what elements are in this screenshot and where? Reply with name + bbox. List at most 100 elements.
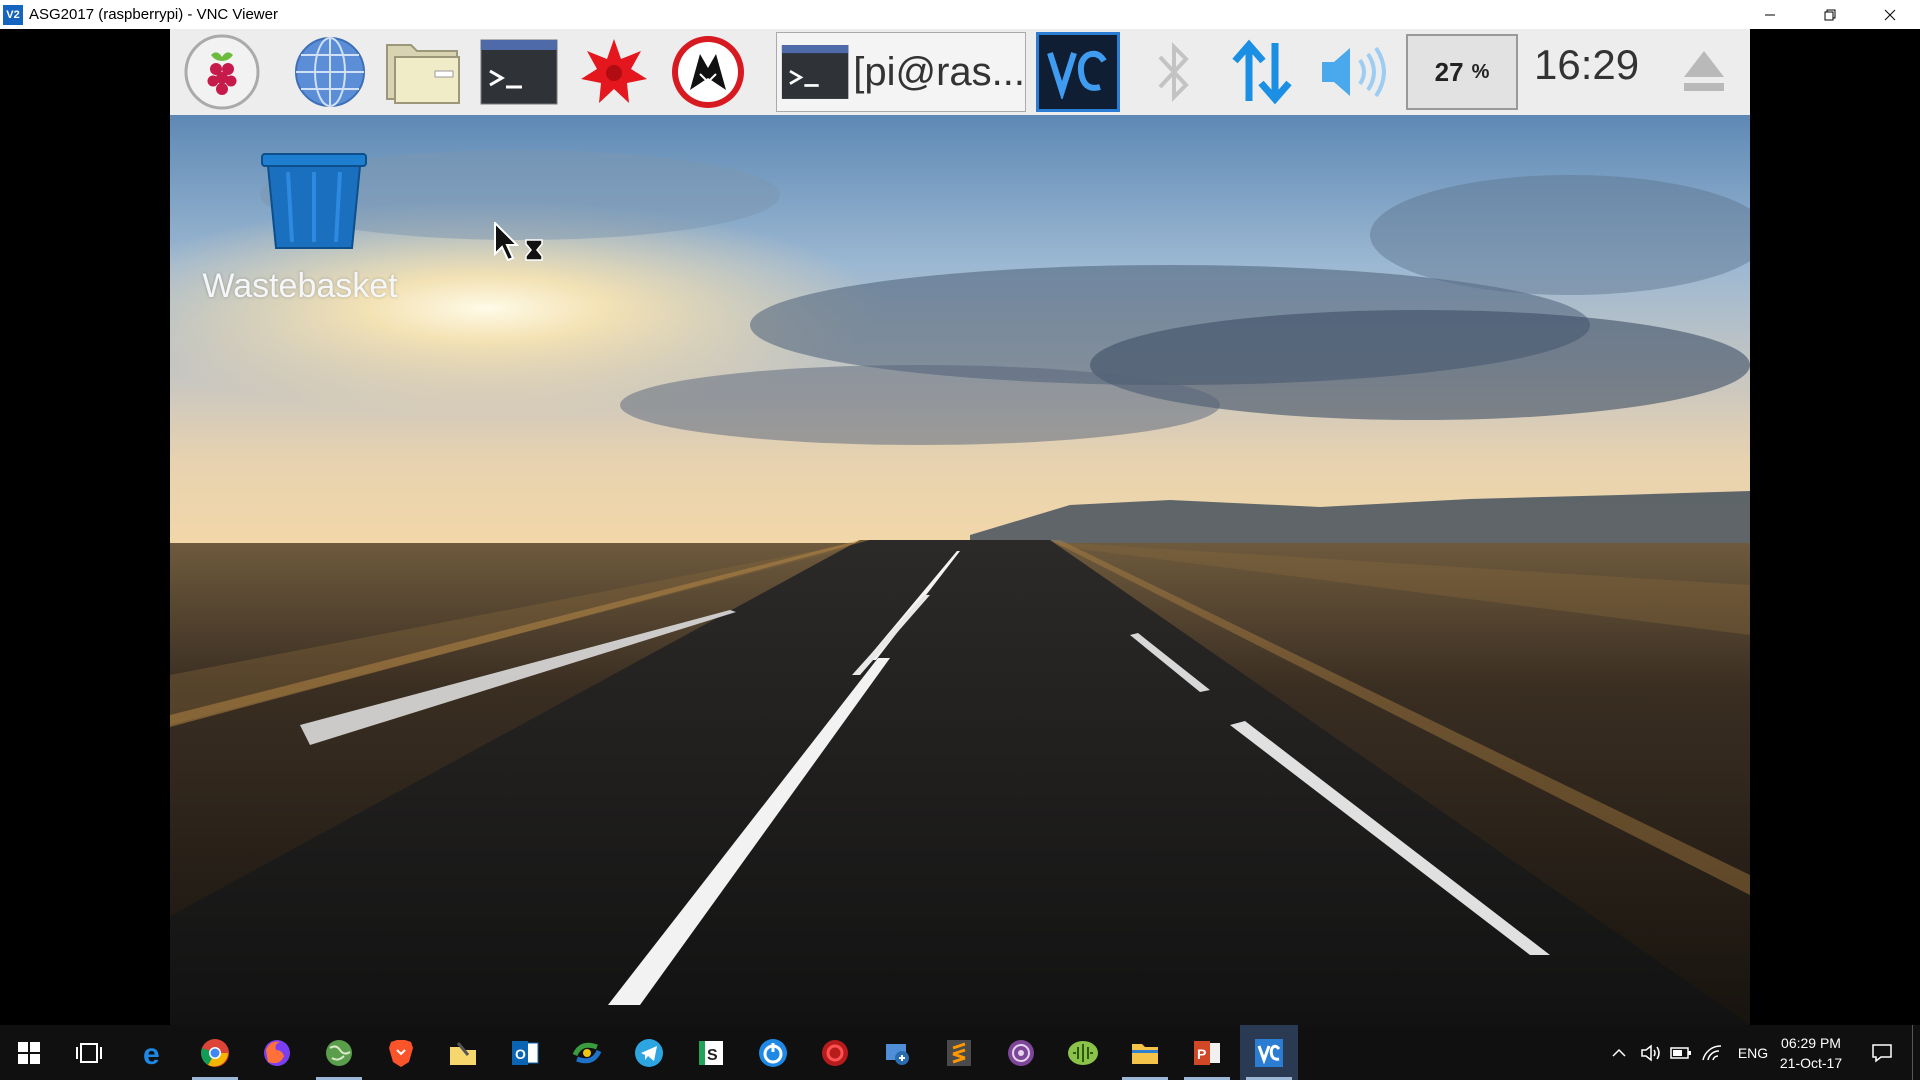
- terminal-icon: [480, 39, 558, 105]
- vnc-title-bar[interactable]: V2 ASG2017 (raspberrypi) - VNC Viewer: [0, 0, 1920, 29]
- taskbar-vnc-viewer[interactable]: [1240, 1025, 1298, 1080]
- sync-icon: [572, 1042, 602, 1063]
- file-manager-launcher[interactable]: [383, 33, 463, 111]
- eject-icon: [1684, 51, 1724, 91]
- wolfram-launcher[interactable]: [668, 33, 748, 111]
- outlook-icon: O: [512, 1040, 539, 1065]
- restore-button[interactable]: [1800, 0, 1860, 29]
- system-time: 06:29 PM: [1781, 1034, 1841, 1051]
- battery-button[interactable]: [1666, 1025, 1696, 1080]
- language-indicator[interactable]: ENG: [1733, 1025, 1773, 1080]
- taskbar-tor[interactable]: [992, 1025, 1050, 1080]
- task-button-label: [pi@ras...: [853, 49, 1025, 94]
- wastebasket-label[interactable]: Wastebasket: [200, 267, 400, 306]
- pi-clock[interactable]: 16:29: [1534, 41, 1639, 89]
- tor-icon: [1008, 1039, 1034, 1066]
- taskbar-s-app[interactable]: S: [682, 1025, 740, 1080]
- task-view-icon: [76, 1042, 102, 1063]
- taskbar-file-explorer[interactable]: [1116, 1025, 1174, 1080]
- wifi-button[interactable]: [1696, 1025, 1728, 1080]
- cpu-percent: 27: [1434, 56, 1464, 87]
- mathematica-icon: [581, 39, 647, 103]
- taskbar-remote-desktop[interactable]: [868, 1025, 926, 1080]
- bluetooth-tray[interactable]: [1144, 33, 1204, 111]
- show-desktop-button[interactable]: [1912, 1025, 1920, 1080]
- terminal-launcher[interactable]: [479, 33, 559, 111]
- start-button[interactable]: [0, 1025, 58, 1080]
- taskbar-powerpoint[interactable]: P: [1178, 1025, 1236, 1080]
- raspberry-icon: [184, 34, 260, 110]
- svg-text:P: P: [1197, 1046, 1206, 1062]
- desktop-wallpaper: [170, 115, 1750, 1025]
- taskbar-file-editor[interactable]: [434, 1025, 492, 1080]
- speaker-icon: [1322, 46, 1386, 98]
- network-arrows-icon: [1232, 39, 1292, 105]
- power-icon: [759, 1038, 787, 1067]
- restore-icon: [1824, 9, 1836, 20]
- taskbar-sublime[interactable]: [930, 1025, 988, 1080]
- chrome-icon: [201, 1038, 229, 1067]
- taskbar-telegram[interactable]: [620, 1025, 678, 1080]
- taskbar-firefox[interactable]: [248, 1025, 306, 1080]
- vnc-server-tray[interactable]: [1036, 32, 1120, 112]
- close-button[interactable]: [1860, 0, 1920, 29]
- cpu-monitor[interactable]: 27 %: [1406, 34, 1518, 110]
- globe-icon: [295, 37, 365, 107]
- task-view-button[interactable]: [60, 1025, 118, 1080]
- powerpoint-icon: P: [1194, 1040, 1220, 1065]
- mathematica-launcher[interactable]: [574, 33, 654, 111]
- terminal-task-button[interactable]: [pi@ras...: [776, 32, 1026, 112]
- firefox-icon: [264, 1039, 290, 1066]
- taskbar-sync[interactable]: [558, 1025, 616, 1080]
- edge-icon: e: [143, 1038, 160, 1068]
- network-tray[interactable]: [1224, 33, 1300, 111]
- trash-icon: [261, 153, 367, 249]
- brave-lion-icon: [389, 1039, 413, 1067]
- chevron-up-icon: [1612, 1048, 1626, 1057]
- wolfram-icon: [672, 36, 744, 108]
- taskbar-red-app[interactable]: [806, 1025, 864, 1080]
- earth-icon: [326, 1039, 352, 1066]
- vnc-viewer-icon: [1255, 1038, 1283, 1067]
- wastebasket-desktop-icon[interactable]: [260, 152, 368, 257]
- terminal-icon: [781, 45, 849, 99]
- vnc-icon: [1047, 50, 1107, 99]
- eject-button[interactable]: [1682, 47, 1726, 102]
- web-browser-launcher[interactable]: [290, 33, 370, 111]
- system-clock[interactable]: 06:29 PM 21-Oct-17: [1774, 1025, 1848, 1080]
- folder-icon: [386, 44, 460, 104]
- system-date: 21-Oct-17: [1779, 1054, 1843, 1071]
- s-app-icon: S: [699, 1040, 723, 1065]
- vnc-app-icon[interactable]: V2: [3, 4, 23, 25]
- taskbar-outlook[interactable]: O: [496, 1025, 554, 1080]
- minimize-button[interactable]: [1740, 0, 1800, 29]
- green-wave-icon: [1068, 1040, 1098, 1065]
- telegram-icon: [635, 1038, 663, 1067]
- sublime-icon: [947, 1039, 971, 1066]
- remote-desktop-icon: [886, 1043, 909, 1065]
- red-gear-icon: [822, 1039, 848, 1066]
- raspberry-menu-button[interactable]: [182, 33, 262, 111]
- volume-button[interactable]: [1636, 1025, 1666, 1080]
- close-icon: [1884, 9, 1896, 20]
- taskbar-chrome[interactable]: [186, 1025, 244, 1080]
- taskbar-edge[interactable]: e: [125, 1025, 183, 1080]
- volume-tray[interactable]: [1314, 33, 1390, 111]
- show-hidden-icons-button[interactable]: [1604, 1025, 1634, 1080]
- minimize-icon: [1765, 14, 1775, 15]
- svg-text:O: O: [515, 1046, 526, 1062]
- windows-logo-icon: [18, 1041, 40, 1064]
- pi-top-panel: [pi@ras... 27 % 16:29: [170, 29, 1750, 115]
- taskbar-power-app[interactable]: [744, 1025, 802, 1080]
- windows-taskbar: e O S P ENG 06:29 PM 21-Oct-17: [0, 1025, 1920, 1080]
- remote-desktop-view[interactable]: [pi@ras... 27 % 16:29 Wastebasket: [170, 29, 1750, 1025]
- bluetooth-icon: [1158, 42, 1189, 102]
- wifi-icon: [1702, 1044, 1722, 1060]
- folder-pen-icon: [450, 1041, 476, 1065]
- taskbar-green-app[interactable]: [1054, 1025, 1112, 1080]
- battery-icon: [1670, 1046, 1691, 1059]
- action-center-button[interactable]: [1862, 1025, 1902, 1080]
- file-explorer-icon: [1132, 1043, 1158, 1064]
- taskbar-brave[interactable]: [372, 1025, 430, 1080]
- taskbar-earth[interactable]: [310, 1025, 368, 1080]
